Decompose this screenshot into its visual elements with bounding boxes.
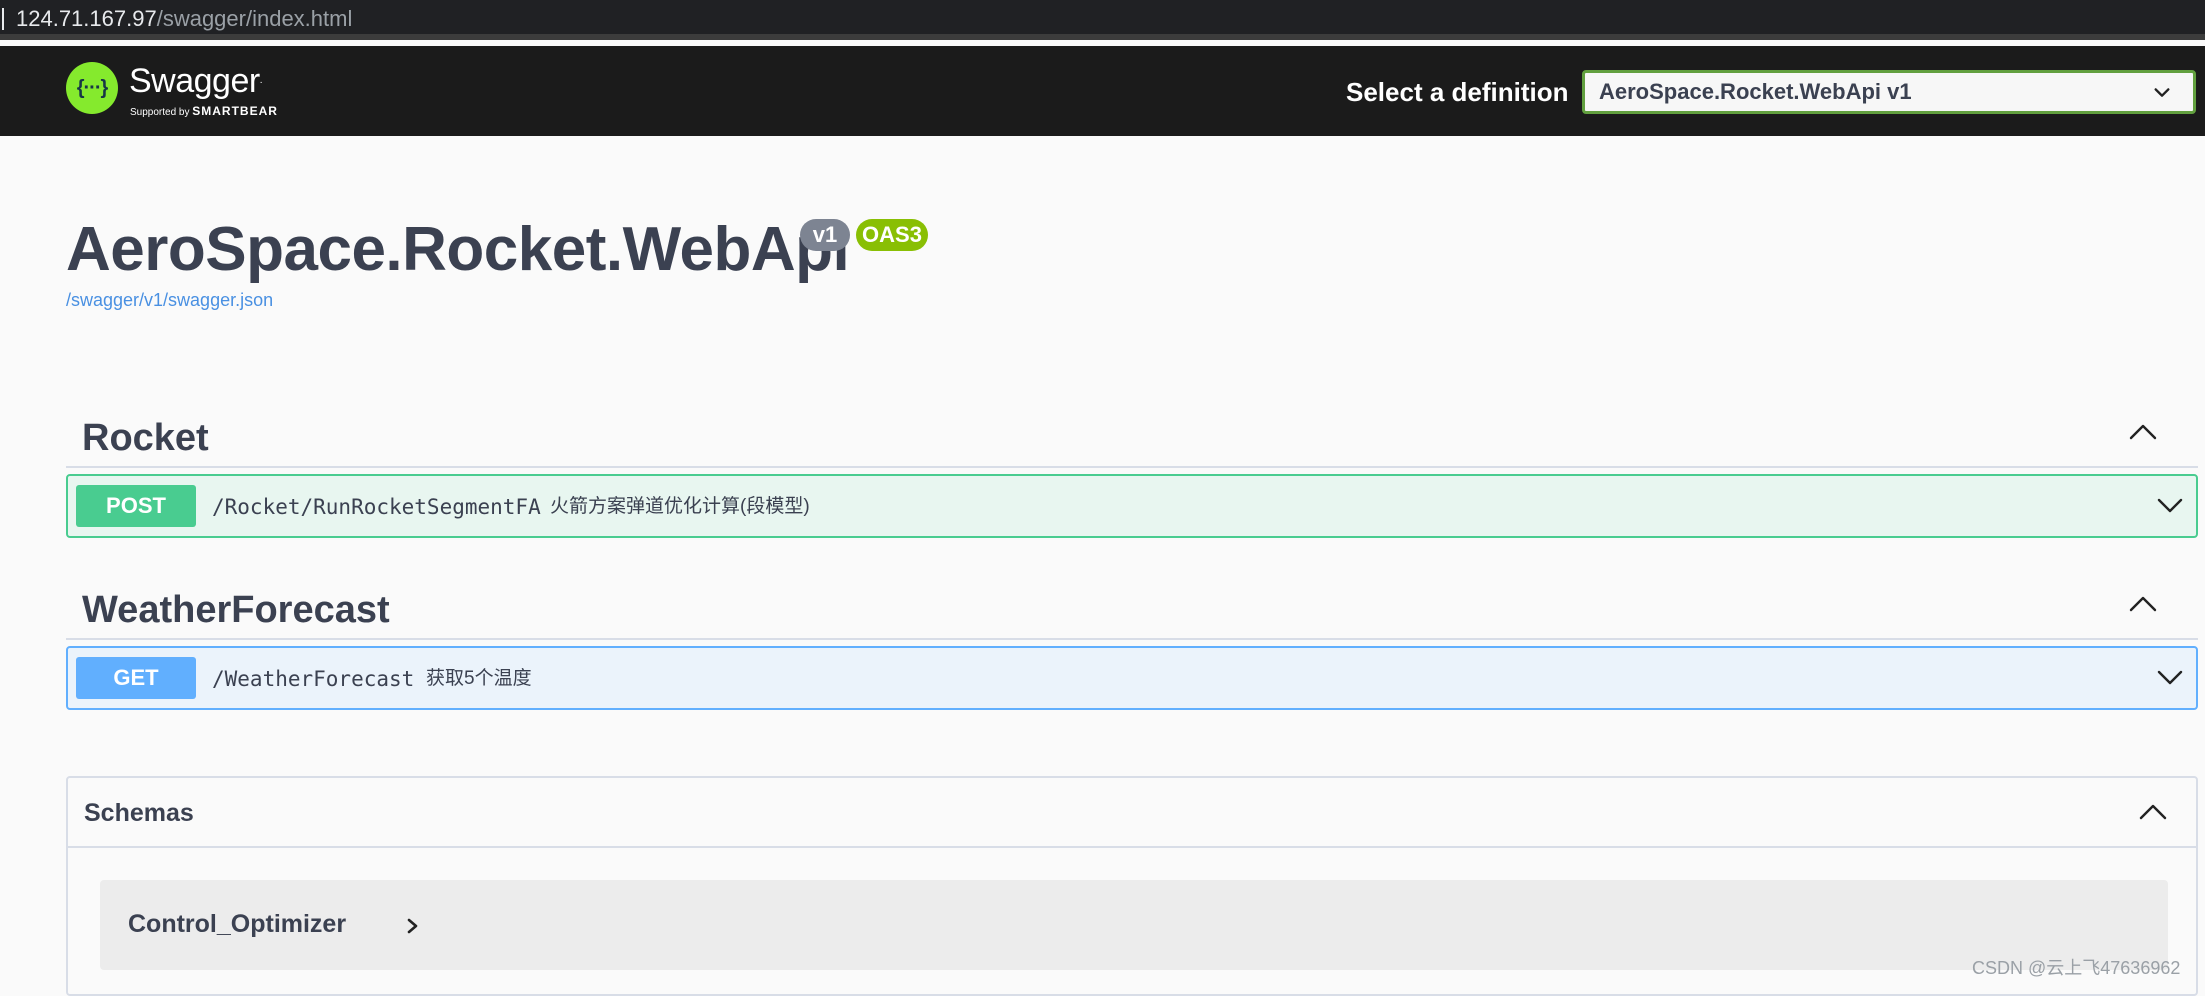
brand-name: Swagger	[129, 62, 260, 100]
schemas-header[interactable]: Schemas	[68, 778, 2196, 848]
operation-post-run-rocket-segment[interactable]: POST /Rocket/RunRocketSegmentFA 火箭方案弹道优化…	[66, 474, 2198, 538]
swagger-logo[interactable]: {···} Swagger. Supported by SMARTBEAR	[66, 62, 306, 122]
operation-summary: 获取5个温度	[426, 668, 532, 689]
version-badge: v1	[800, 219, 850, 251]
chevron-up-icon[interactable]	[2128, 594, 2158, 614]
brand-trademark: .	[259, 75, 263, 86]
chevron-right-icon[interactable]	[406, 916, 420, 936]
supported-by-text: Supported by SMARTBEAR	[130, 104, 278, 118]
schemas-section: Schemas Control_Optimizer	[66, 776, 2198, 996]
model-name: Control_Optimizer	[128, 910, 347, 938]
spec-link[interactable]: /swagger/v1/swagger.json	[66, 290, 273, 311]
tag-header-rocket[interactable]: Rocket	[66, 398, 2198, 468]
method-badge-post: POST	[76, 485, 196, 527]
supported-company: SMARTBEAR	[192, 104, 278, 118]
operation-path: /WeatherForecast	[212, 667, 415, 691]
supported-by-label: Supported by	[130, 107, 193, 118]
schema-model-control-optimizer[interactable]: Control_Optimizer	[100, 880, 2168, 970]
browser-address-bar[interactable]: 124.71.167.97/swagger/index.html	[0, 0, 2205, 40]
url-text[interactable]: 124.71.167.97/swagger/index.html	[16, 7, 352, 31]
swagger-logo-icon: {···}	[66, 62, 118, 114]
chevron-up-icon[interactable]	[2138, 802, 2168, 822]
swagger-topbar: {···} Swagger. Supported by SMARTBEAR Se…	[0, 46, 2205, 136]
operation-get-weatherforecast[interactable]: GET /WeatherForecast 获取5个温度	[66, 646, 2198, 710]
oas-badge: OAS3	[856, 219, 928, 251]
definition-select[interactable]: AeroSpace.Rocket.WebApi v1	[1582, 70, 2196, 114]
tag-header-weatherforecast[interactable]: WeatherForecast	[66, 570, 2198, 640]
chevron-down-icon[interactable]	[2156, 496, 2184, 516]
chevron-down-icon[interactable]	[2156, 668, 2184, 688]
text-cursor	[2, 8, 4, 30]
api-title: AeroSpace.Rocket.WebApi	[66, 215, 850, 284]
url-host: 124.71.167.97	[16, 6, 157, 31]
swagger-brand-text: Swagger.	[129, 62, 263, 100]
tag-name: Rocket	[82, 417, 209, 459]
method-badge-get: GET	[76, 657, 196, 699]
operation-path: /Rocket/RunRocketSegmentFA	[212, 495, 541, 519]
schemas-title: Schemas	[84, 799, 194, 827]
operation-summary: 火箭方案弹道优化计算(段模型)	[550, 496, 810, 517]
tag-name: WeatherForecast	[82, 589, 390, 631]
definition-label: Select a definition	[1346, 77, 1569, 107]
chevron-up-icon[interactable]	[2128, 422, 2158, 442]
definition-selected-value: AeroSpace.Rocket.WebApi v1	[1599, 79, 1912, 104]
url-path: /swagger/index.html	[156, 6, 353, 31]
watermark: CSDN @云上飞47636962	[1972, 958, 2181, 978]
chevron-down-icon	[2154, 88, 2170, 97]
